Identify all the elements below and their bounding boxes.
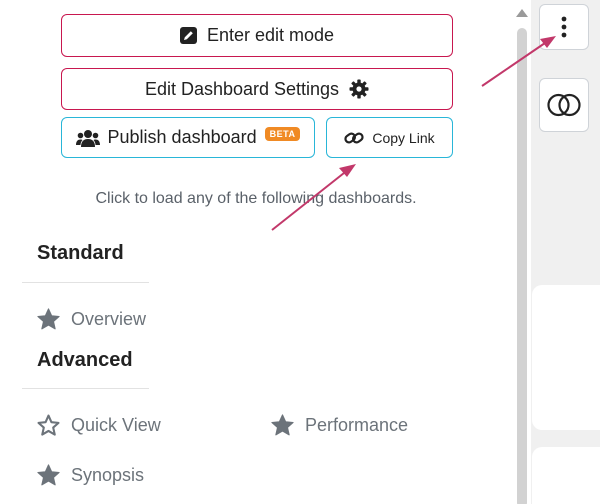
star-filled-icon — [271, 414, 294, 436]
users-icon — [75, 129, 100, 147]
dashboard-item-overview[interactable]: Overview — [36, 307, 146, 332]
dashboard-item-performance[interactable]: Performance — [270, 413, 408, 438]
star-filled-icon — [37, 464, 60, 486]
dashboard-item-label: Overview — [71, 309, 147, 329]
section-divider — [22, 282, 149, 283]
beta-badge: BETA — [264, 126, 301, 141]
star-filled-icon — [37, 308, 60, 330]
section-title-standard: Standard — [37, 242, 124, 264]
background-card — [532, 285, 600, 430]
gear-icon — [349, 79, 369, 99]
edit-dashboard-settings-label: Edit Dashboard Settings — [144, 78, 340, 99]
section-title-advanced: Advanced — [37, 349, 133, 371]
dashboard-item-synopsis[interactable]: Synopsis — [36, 463, 144, 488]
overlapping-circles-icon — [547, 93, 581, 117]
dashboard-item-label: Quick View — [71, 415, 161, 435]
enter-edit-mode-button[interactable]: Enter edit mode — [61, 14, 453, 57]
scroll-up-arrow-icon[interactable] — [516, 9, 528, 17]
dashboard-item-quick-view[interactable]: Quick View — [36, 413, 161, 438]
copy-link-button[interactable]: Copy Link — [326, 117, 453, 158]
edit-dashboard-settings-button[interactable]: Edit Dashboard Settings — [61, 68, 453, 110]
compare-button[interactable] — [539, 78, 589, 132]
copy-link-label: Copy Link — [372, 129, 435, 146]
link-icon — [344, 132, 364, 143]
enter-edit-mode-label: Enter edit mode — [206, 25, 335, 45]
publish-dashboard-label: Publish dashboard — [107, 127, 257, 147]
dashboard-item-label: Performance — [305, 415, 409, 435]
star-outline-icon — [37, 414, 60, 436]
edit-icon — [179, 27, 197, 44]
dashboard-item-label: Synopsis — [71, 465, 145, 485]
background-card — [532, 447, 600, 504]
section-divider — [22, 388, 149, 389]
scrollbar-thumb[interactable] — [517, 28, 527, 504]
publish-dashboard-button[interactable]: Publish dashboard BETA — [61, 117, 315, 158]
dashboard-menu-panel: Enter edit mode Edit Dashboard Settings — [0, 0, 531, 504]
more-options-button[interactable] — [539, 4, 589, 50]
dashboard-hint-text: Click to load any of the following dashb… — [95, 190, 417, 207]
kebab-menu-icon — [561, 16, 567, 38]
